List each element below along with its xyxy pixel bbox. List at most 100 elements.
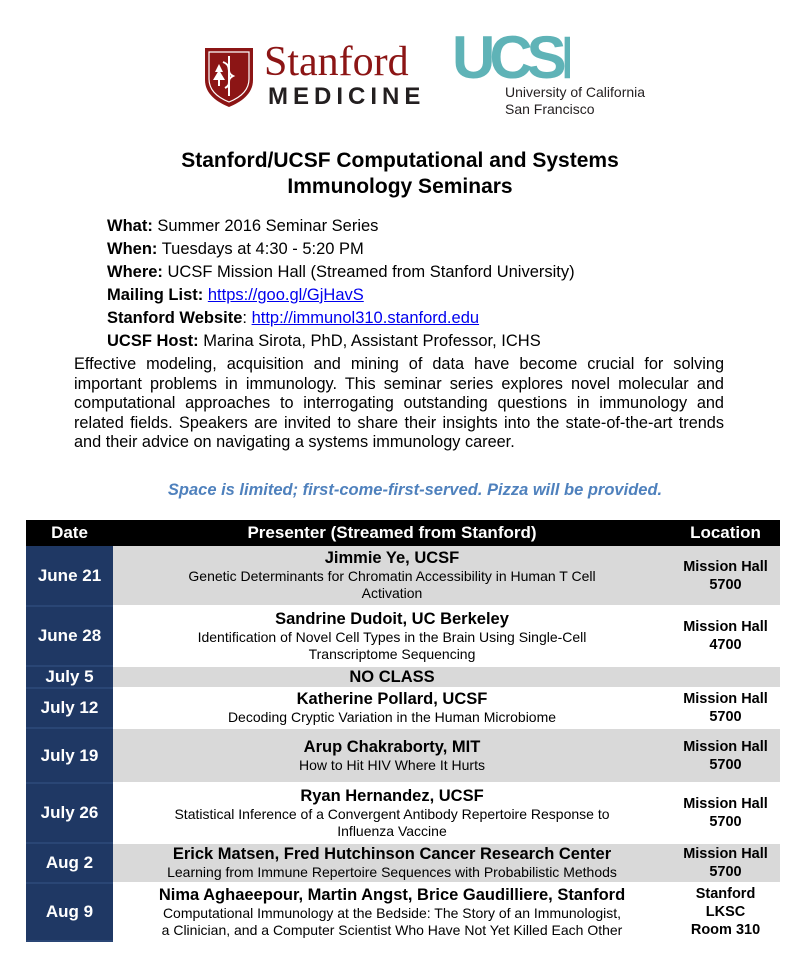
location-line2: 5700	[709, 756, 742, 773]
presenter-name: Sandrine Dudoit, UC Berkeley	[275, 609, 509, 628]
schedule-table: Date Presenter (Streamed from Stanford) …	[26, 520, 780, 942]
location-line1: Mission Hall	[683, 691, 768, 707]
talk-title-line1: Identification of Novel Cell Types in th…	[197, 628, 587, 645]
host-value: Marina Sirota, PhD, Assistant Professor,…	[203, 332, 541, 350]
presenter-name: Ryan Hernandez, UCSF	[300, 786, 484, 805]
info-when: When: Tuesdays at 4:30 - 5:20 PM	[107, 238, 575, 261]
row-date: July 5	[26, 666, 113, 689]
where-label: Where:	[107, 263, 163, 281]
where-value: UCSF Mission Hall (Streamed from Stanfor…	[167, 263, 575, 281]
stanford-website-link[interactable]: http://immunol310.stanford.edu	[252, 309, 479, 327]
row-location-cell: Mission Hall 5700	[671, 783, 780, 844]
row-presenter-cell: Nima Aghaeepour, Martin Angst, Brice Gau…	[113, 883, 671, 942]
presenter-name: Katherine Pollard, UCSF	[296, 690, 488, 708]
title-line1: Stanford/UCSF Computational and Systems	[181, 149, 619, 172]
talk-title-line1: Computational Immunology at the Bedside:…	[162, 904, 622, 921]
row-date: July 12	[26, 688, 113, 729]
location-line1: Mission Hall	[683, 619, 768, 635]
info-host: UCSF Host: Marina Sirota, PhD, Assistant…	[107, 330, 575, 353]
host-label: UCSF Host:	[107, 332, 199, 350]
location-line2: 4700	[709, 637, 742, 653]
location-line2: 5700	[709, 709, 742, 725]
when-label: When:	[107, 240, 158, 258]
row-presenter-cell: Ryan Hernandez, UCSF Statistical Inferen…	[113, 783, 671, 844]
table-row: July 26 Ryan Hernandez, UCSF Statistical…	[26, 783, 780, 844]
row-date: June 28	[26, 606, 113, 667]
row-date: July 26	[26, 783, 113, 844]
mailing-list-link[interactable]: https://goo.gl/GjHavS	[208, 286, 364, 304]
presenter-name: Jimmie Ye, UCSF	[324, 549, 460, 567]
talk-title-line1: Statistical Inference of a Convergent An…	[174, 805, 610, 822]
location-line1: Mission Hall	[683, 558, 768, 575]
location-line1: Stanford	[695, 886, 756, 902]
location-line3: Room 310	[690, 922, 761, 938]
presenter-name: Erick Matsen, Fred Hutchinson Cancer Res…	[172, 845, 612, 863]
row-presenter-cell: Jimmie Ye, UCSF Genetic Determinants for…	[113, 546, 671, 607]
stanford-logo-text: Stanford	[264, 39, 409, 85]
table-row: July 12 Katherine Pollard, UCSF Decoding…	[26, 688, 780, 729]
talk-title-line1: Genetic Determinants for Chromatin Acces…	[188, 568, 596, 584]
presenter-header: Presenter (Streamed from Stanford)	[113, 520, 671, 546]
row-location-cell: Mission Hall 5700	[671, 728, 780, 784]
ucsf-subtitle-line2: San Francisco	[505, 101, 595, 117]
table-row: June 28 Sandrine Dudoit, UC Berkeley Ide…	[26, 606, 780, 667]
notice-text: Space is limited; first-come-first-serve…	[167, 481, 663, 499]
presenter-name: Arup Chakraborty, MIT	[303, 737, 481, 756]
medicine-logo-text: MEDICINE	[268, 83, 426, 110]
location-line1: Mission Hall	[683, 738, 768, 755]
row-presenter-cell: Katherine Pollard, UCSF Decoding Cryptic…	[113, 688, 671, 729]
table-header-row: Date Presenter (Streamed from Stanford) …	[26, 520, 780, 546]
location-line2: LKSC	[705, 904, 746, 920]
location-line1: Mission Hall	[683, 796, 768, 812]
table-row: Aug 2 Erick Matsen, Fred Hutchinson Canc…	[26, 843, 780, 884]
info-mailing: Mailing List: https://goo.gl/GjHavS	[107, 284, 575, 307]
location-line2: 5700	[709, 814, 742, 830]
location-header: Location	[671, 520, 780, 546]
stanford-shield-icon	[205, 48, 253, 107]
presenter-name: Nima Aghaeepour, Martin Angst, Brice Gau…	[158, 885, 626, 904]
row-location-cell: Mission Hall 5700	[671, 546, 780, 607]
talk-title-line2: Transcriptome Sequencing	[308, 645, 476, 662]
talk-title-line1: How to Hit HIV Where It Hurts	[299, 756, 485, 773]
location-line1: Mission Hall	[683, 846, 768, 862]
title-line2: Immunology Seminars	[287, 175, 513, 198]
row-presenter-cell: Erick Matsen, Fred Hutchinson Cancer Res…	[113, 843, 671, 884]
row-location-cell: Mission Hall 5700	[671, 843, 780, 884]
what-value: Summer 2016 Seminar Series	[157, 217, 379, 235]
date-header: Date	[26, 520, 113, 546]
talk-title-line1: Learning from Immune Repertoire Sequence…	[167, 864, 617, 880]
ucsf-subtitle-line1: University of California	[505, 84, 646, 100]
website-label: Stanford Website	[107, 309, 243, 327]
row-location-cell: Mission Hall 4700	[671, 606, 780, 667]
row-location-cell	[671, 666, 780, 689]
info-where: Where: UCSF Mission Hall (Streamed from …	[107, 261, 575, 284]
row-presenter-cell: Sandrine Dudoit, UC Berkeley Identificat…	[113, 606, 671, 667]
ucsf-logo-letters: UCSF	[452, 24, 570, 86]
talk-title-line2: Influenza Vaccine	[337, 822, 447, 839]
row-location-cell: Mission Hall 5700	[671, 688, 780, 729]
logo-header: Stanford MEDICINE UCSF University of Cal…	[0, 0, 800, 130]
ucsf-logo-mark: UCSF	[452, 24, 570, 86]
location-line2: 5700	[709, 576, 742, 593]
talk-title-line2: a Clinician, and a Computer Scientist Wh…	[161, 921, 623, 938]
table-row: Aug 9 Nima Aghaeepour, Martin Angst, Bri…	[26, 883, 780, 942]
table-row: June 21 Jimmie Ye, UCSF Genetic Determin…	[26, 546, 780, 607]
ucsf-logo-subtitle: University of California San Francisco	[505, 84, 645, 118]
row-date: Aug 9	[26, 883, 113, 942]
when-value: Tuesdays at 4:30 - 5:20 PM	[161, 240, 364, 258]
row-date: June 21	[26, 546, 113, 607]
no-class-label: NO CLASS	[113, 666, 671, 689]
website-sep: :	[242, 309, 247, 327]
row-date: July 19	[26, 728, 113, 784]
talk-title-line2: Activation	[361, 585, 423, 601]
info-website: Stanford Website: http://immunol310.stan…	[107, 307, 575, 330]
page-title: Stanford/UCSF Computational and Systems …	[0, 148, 800, 200]
seminar-info: What: Summer 2016 Seminar Series When: T…	[107, 215, 575, 353]
info-what: What: Summer 2016 Seminar Series	[107, 215, 575, 238]
description-paragraph: Effective modeling, acquisition and mini…	[74, 355, 724, 451]
location-line2: 5700	[709, 864, 742, 880]
row-presenter-cell: Arup Chakraborty, MIT How to Hit HIV Whe…	[113, 728, 671, 784]
talk-title-line1: Decoding Cryptic Variation in the Human …	[227, 709, 557, 725]
table-row: July 19 Arup Chakraborty, MIT How to Hit…	[26, 728, 780, 784]
row-location-cell: Stanford LKSC Room 310	[671, 883, 780, 942]
